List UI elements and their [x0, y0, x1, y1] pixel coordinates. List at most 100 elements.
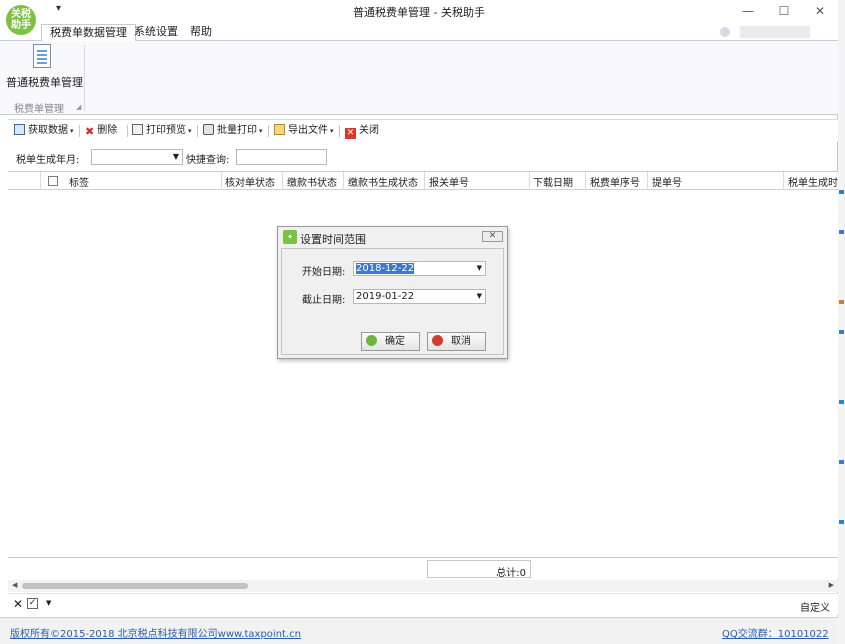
- bg-mark: [839, 190, 844, 194]
- check-icon: [366, 335, 377, 346]
- ok-button[interactable]: 确定: [361, 332, 420, 351]
- end-date-picker[interactable]: 2019-01-22 ▼: [353, 289, 486, 304]
- dialog-body: 开始日期: 2018-12-22 ▼ 截止日期: 2019-01-22 ▼ 确定…: [281, 248, 504, 355]
- col-declaration-no[interactable]: 报关单号: [429, 174, 469, 189]
- column-divider: [282, 172, 283, 190]
- bg-mark: [839, 520, 844, 524]
- normal-tax-bill-button[interactable]: 普通税费单管理: [6, 44, 83, 94]
- customize-button[interactable]: 自定义: [800, 599, 830, 614]
- close-label: 关闭: [359, 125, 379, 136]
- delete-label: 删除: [97, 125, 118, 136]
- bg-mark: [839, 300, 844, 304]
- column-divider: [343, 172, 344, 190]
- toolbar-divider: [127, 125, 128, 137]
- col-check-status[interactable]: 核对单状态: [225, 174, 275, 189]
- col-bill-serial[interactable]: 税费单序号: [590, 174, 640, 189]
- bg-mark: [839, 230, 844, 234]
- qq-group-link[interactable]: QQ交流群：10101022: [722, 625, 829, 640]
- select-all-checkbox[interactable]: [48, 176, 58, 186]
- total-cell: 总计:0: [427, 560, 531, 579]
- print-preview-label: 打印预览: [146, 125, 186, 136]
- quick-search-input[interactable]: [236, 149, 327, 165]
- bg-mark: [839, 460, 844, 464]
- tab-data-management[interactable]: 税费单数据管理: [41, 24, 136, 42]
- date-range-dialog: ✦ 设置时间范围 ✕ 开始日期: 2018-12-22 ▼ 截止日期: 2019…: [277, 226, 508, 359]
- toolbar-divider: [79, 125, 80, 137]
- scroll-thumb[interactable]: [22, 583, 248, 589]
- column-divider: [424, 172, 425, 190]
- app-logo[interactable]: 关税 助手: [6, 5, 36, 35]
- tab-system-settings[interactable]: 系统设置: [126, 24, 186, 42]
- delete-icon: ✖: [85, 125, 95, 138]
- export-file-button[interactable]: 导出文件 ▾: [274, 123, 334, 140]
- delete-button[interactable]: ✖ 删除: [85, 123, 117, 140]
- window-title: 普通税费单管理 - 关税助手: [353, 6, 485, 19]
- col-lading-no[interactable]: 提单号: [652, 174, 682, 189]
- status-bar: 版权所有©2015-2018 北京税点科技有限公司www.taxpoint.cn…: [0, 617, 838, 644]
- chevron-down-icon: ▾: [330, 127, 334, 135]
- dialog-title-bar: ✦ 设置时间范围 ✕: [278, 227, 507, 247]
- col-tag[interactable]: 标签: [69, 174, 89, 189]
- grid-header: 标签 核对单状态 缴款书状态 缴款书生成状态 报关单号 下载日期 税费单序号 提…: [8, 172, 838, 190]
- fetch-data-label: 获取数据: [28, 125, 68, 136]
- ribbon-panel: 普通税费单管理 税费单管理 ◢: [0, 41, 838, 115]
- print-preview-button[interactable]: 打印预览 ▾: [132, 123, 192, 140]
- app-logo-line1: 关税: [11, 9, 31, 20]
- column-divider: [221, 172, 222, 190]
- tab-help[interactable]: 帮助: [182, 24, 220, 42]
- printer-icon: [203, 124, 214, 135]
- horizontal-scrollbar[interactable]: ◀ ▶: [8, 580, 838, 592]
- minimize-button[interactable]: —: [733, 2, 763, 20]
- clear-filter-icon[interactable]: ✕: [13, 597, 23, 611]
- chevron-down-icon[interactable]: ▼: [477, 262, 482, 275]
- chevron-down-icon[interactable]: ▼: [477, 290, 482, 303]
- chevron-down-icon: ▾: [70, 127, 74, 135]
- filter-footer: ✕ ✓ ▼ 自定义: [8, 593, 838, 615]
- cancel-label: 取消: [451, 336, 471, 347]
- column-divider: [647, 172, 648, 190]
- month-label: 税单生成年月:: [16, 155, 80, 166]
- normal-tax-bill-label: 普通税费单管理: [6, 76, 83, 89]
- blurred-user-area: [740, 26, 810, 38]
- bg-mark: [839, 400, 844, 404]
- scroll-right-icon[interactable]: ▶: [829, 581, 834, 589]
- close-button[interactable]: ✕ 关闭: [345, 123, 379, 140]
- column-divider: [585, 172, 586, 190]
- chevron-down-icon[interactable]: ▼: [173, 150, 179, 164]
- filter-bar: 税单生成年月: ▼ 快捷查询:: [8, 146, 838, 170]
- close-icon: ✕: [345, 128, 356, 139]
- col-payment-status[interactable]: 缴款书状态: [287, 174, 337, 189]
- chevron-down-icon: ▾: [259, 127, 263, 135]
- end-date-label: 截止日期:: [302, 295, 346, 306]
- start-date-picker[interactable]: 2018-12-22 ▼: [353, 261, 486, 276]
- month-select[interactable]: ▼: [91, 149, 183, 165]
- quick-search-label: 快捷查询:: [186, 155, 230, 166]
- col-payment-gen-status[interactable]: 缴款书生成状态: [348, 174, 418, 189]
- total-count: 总计:0: [496, 568, 526, 579]
- dialog-close-button[interactable]: ✕: [482, 231, 503, 242]
- dialog-title: 设置时间范围: [300, 233, 366, 246]
- toolbar-divider: [268, 125, 269, 137]
- col-bill-gen-time[interactable]: 税单生成时: [788, 174, 838, 189]
- maximize-button[interactable]: ☐: [769, 2, 799, 20]
- col-download-date[interactable]: 下载日期: [533, 174, 573, 189]
- title-bar: 关税 助手 ▾ 普通税费单管理 - 关税助手 — ☐ ✕: [0, 0, 838, 35]
- chevron-down-icon[interactable]: ▼: [46, 599, 51, 607]
- group-launcher-icon[interactable]: ◢: [76, 103, 81, 111]
- batch-print-button[interactable]: 批量打印 ▾: [203, 123, 263, 140]
- app-logo-line2: 助手: [11, 20, 31, 31]
- skin-icon[interactable]: [720, 27, 730, 37]
- main-window: 关税 助手 ▾ 普通税费单管理 - 关税助手 — ☐ ✕ 税费单数据管理 系统设…: [0, 0, 838, 644]
- end-date-value: 2019-01-22: [356, 291, 415, 302]
- ribbon-tabs: 税费单数据管理 系统设置 帮助: [0, 22, 838, 42]
- filter-enable-checkbox[interactable]: ✓: [27, 598, 38, 609]
- toolbar: 获取数据 ▾ ✖ 删除 打印预览 ▾ 批量打印 ▾ 导出文件 ▾ ✕ 关闭: [8, 119, 838, 141]
- copyright-link[interactable]: 版权所有©2015-2018 北京税点科技有限公司www.taxpoint.cn: [10, 625, 301, 640]
- cancel-button[interactable]: 取消: [427, 332, 486, 351]
- summary-row: 总计:0: [8, 557, 838, 579]
- scroll-left-icon[interactable]: ◀: [12, 581, 17, 589]
- fetch-data-button[interactable]: 获取数据 ▾: [14, 123, 74, 140]
- close-window-button[interactable]: ✕: [805, 2, 835, 20]
- group-divider: [84, 45, 85, 111]
- bg-mark: [839, 330, 844, 334]
